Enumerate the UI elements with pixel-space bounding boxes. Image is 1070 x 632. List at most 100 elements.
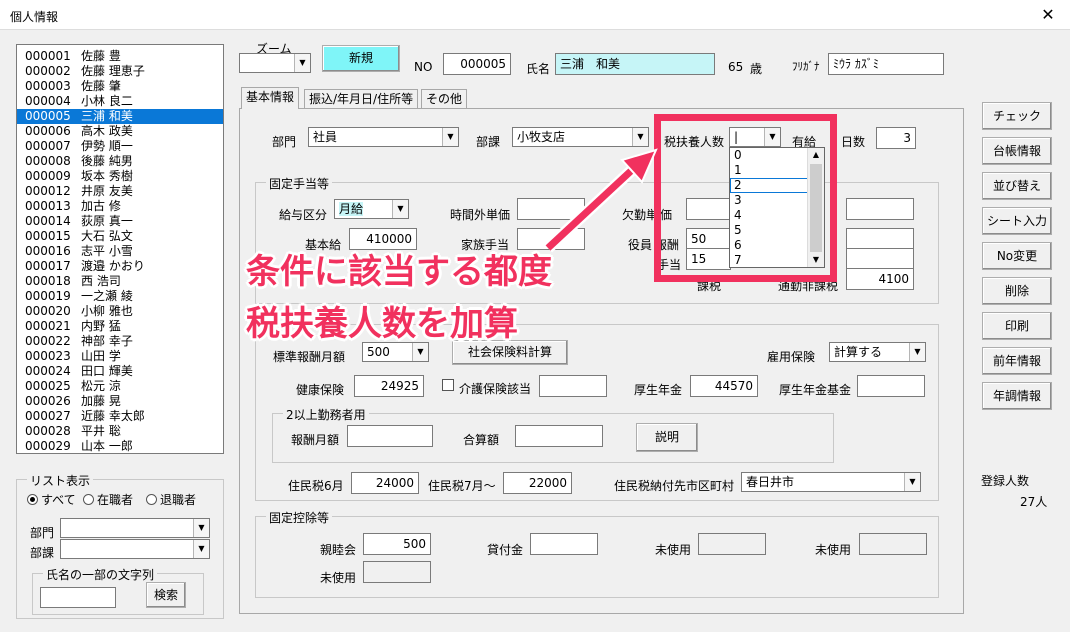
employee-name: 坂本 秀樹	[81, 169, 133, 183]
employee-list-item[interactable]: 000014 荻原 真一	[17, 214, 223, 229]
social-club-field[interactable]: 500	[363, 533, 431, 555]
employee-list-item[interactable]: 000003 佐藤 肇	[17, 79, 223, 94]
employee-list-item[interactable]: 000024 田口 輝美	[17, 364, 223, 379]
employment-insurance-combo[interactable]: 計算する ▼	[829, 342, 926, 362]
unused-1-label: 未使用	[655, 543, 692, 557]
pension-fund-label: 厚生年金基金	[779, 383, 852, 397]
age-unit: 歳	[750, 62, 763, 76]
print-button[interactable]: 印刷	[982, 312, 1052, 340]
filter-dept-combo[interactable]: ▼	[60, 518, 210, 538]
zoom-combo[interactable]: ▼	[239, 53, 311, 73]
resident-tax-city-combo[interactable]: 春日井市 ▼	[741, 472, 921, 492]
paid-leave-field[interactable]: 3	[876, 127, 916, 149]
dept-label: 部門	[272, 135, 297, 149]
radio-all-indicator[interactable]	[27, 494, 38, 505]
employee-list-item[interactable]: 000016 志平 小雪	[17, 244, 223, 259]
employee-list-item[interactable]: 000020 小柳 雅也	[17, 304, 223, 319]
employee-list-item[interactable]: 000008 後藤 純男	[17, 154, 223, 169]
care-insurance-field[interactable]	[539, 375, 607, 397]
tab-other[interactable]: その他	[421, 89, 468, 109]
employee-list-item[interactable]: 000028 平井 聡	[17, 424, 223, 439]
year-adjust-button[interactable]: 年調情報	[982, 382, 1052, 410]
unused-2-field[interactable]	[859, 533, 927, 555]
employee-list-item[interactable]: 000018 西 浩司	[17, 274, 223, 289]
employee-list-item[interactable]: 000015 大石 弘文	[17, 229, 223, 244]
employee-list-item[interactable]: 000022 神部 幸子	[17, 334, 223, 349]
chevron-down-icon[interactable]: ▼	[909, 343, 925, 361]
check-button[interactable]: チェック	[982, 102, 1052, 130]
prev-year-button[interactable]: 前年情報	[982, 347, 1052, 375]
employee-name: 佐藤 理恵子	[81, 64, 145, 78]
kana-field[interactable]: ﾐｳﾗ ｶｽﾞﾐ	[828, 53, 944, 75]
chevron-down-icon[interactable]: ▼	[392, 200, 408, 218]
employee-list-item[interactable]: 000013 加古 修	[17, 199, 223, 214]
resident-tax-july-label: 住民税7月～	[428, 479, 496, 493]
new-button[interactable]: 新規	[322, 45, 400, 72]
ledger-button[interactable]: 台帳情報	[982, 137, 1052, 165]
search-button[interactable]: 検索	[146, 582, 186, 608]
employee-list-item[interactable]: 000019 一之瀬 綾	[17, 289, 223, 304]
unused-3-field[interactable]	[363, 561, 431, 583]
employee-list-item[interactable]: 000005 三浦 和美	[17, 109, 223, 124]
nontaxable-commute-field[interactable]: 4100	[846, 268, 914, 290]
no-label: NO	[414, 60, 433, 74]
radio-retired-indicator[interactable]	[146, 494, 157, 505]
registered-count-value: 27人	[1020, 495, 1048, 509]
late-field[interactable]	[846, 198, 914, 220]
loan-field[interactable]	[530, 533, 598, 555]
chevron-down-icon[interactable]: ▼	[193, 540, 209, 558]
delete-button[interactable]: 削除	[982, 277, 1052, 305]
employee-list[interactable]: 000001 佐藤 豊 000002 佐藤 理恵子 000003 佐藤 肇 000004 小林…	[16, 44, 224, 454]
employee-list-item[interactable]: 000004 小林 良二	[17, 94, 223, 109]
tab-transfer-address[interactable]: 振込/年月日/住所等	[304, 89, 419, 109]
health-insurance-field[interactable]: 24925	[354, 375, 424, 397]
radio-retired[interactable]: 退職者	[146, 491, 196, 508]
employee-list-item[interactable]: 000007 伊勢 順一	[17, 139, 223, 154]
resident-tax-july-field[interactable]: 22000	[503, 472, 572, 494]
total-amount-field[interactable]	[515, 425, 603, 447]
employee-list-item[interactable]: 000023 山田 学	[17, 349, 223, 364]
no-change-button[interactable]: No変更	[982, 242, 1052, 270]
pay-type-combo[interactable]: 月給 ▼	[334, 199, 409, 219]
radio-active[interactable]: 在職者	[83, 491, 133, 508]
base-salary-field[interactable]: 410000	[349, 228, 417, 250]
pension-field[interactable]: 44570	[690, 375, 758, 397]
employee-list-item[interactable]: 000002 佐藤 理恵子	[17, 64, 223, 79]
radio-all[interactable]: すべて	[27, 491, 76, 508]
no-field[interactable]: 000005	[443, 53, 511, 75]
sheet-input-button[interactable]: シート入力	[982, 207, 1052, 235]
filter-section-combo[interactable]: ▼	[60, 539, 210, 559]
chevron-down-icon[interactable]: ▼	[442, 128, 458, 146]
chevron-down-icon[interactable]: ▼	[904, 473, 920, 491]
chevron-down-icon[interactable]: ▼	[294, 54, 310, 72]
employee-list-item[interactable]: 000025 松元 涼	[17, 379, 223, 394]
employee-list-item[interactable]: 000026 加藤 晃	[17, 394, 223, 409]
employee-list-item[interactable]: 000012 井原 友美	[17, 184, 223, 199]
care-insurance-checkbox[interactable]	[442, 379, 454, 391]
explain-button[interactable]: 説明	[636, 423, 698, 452]
resident-tax-june-field[interactable]: 24000	[351, 472, 419, 494]
unused-1-field[interactable]	[698, 533, 766, 555]
name-field[interactable]: 三浦 和美	[555, 53, 715, 75]
employee-list-item[interactable]: 000021 内野 猛	[17, 319, 223, 334]
close-icon[interactable]: ✕	[1038, 5, 1058, 24]
employee-no: 000020	[25, 304, 71, 318]
sort-button[interactable]: 並び替え	[982, 172, 1052, 200]
employee-list-item[interactable]: 000017 渡邉 かおり	[17, 259, 223, 274]
pension-fund-field[interactable]	[857, 375, 925, 397]
employee-list-item[interactable]: 000006 高木 政美	[17, 124, 223, 139]
employee-list-item[interactable]: 000001 佐藤 豊	[17, 49, 223, 64]
tab-basic-info[interactable]: 基本情報	[241, 87, 300, 109]
dept-combo[interactable]: 社員 ▼	[308, 127, 459, 147]
remuneration-field[interactable]	[347, 425, 433, 447]
name-search-input[interactable]	[40, 587, 116, 608]
radio-active-indicator[interactable]	[83, 494, 94, 505]
unused-3-label: 未使用	[320, 571, 357, 585]
employee-list-item[interactable]: 000009 坂本 秀樹	[17, 169, 223, 184]
chevron-down-icon[interactable]: ▼	[193, 519, 209, 537]
employee-list-item[interactable]: 000027 近藤 幸太郎	[17, 409, 223, 424]
allowance-c-field[interactable]	[846, 248, 914, 270]
employment-insurance-label: 雇用保険	[767, 350, 816, 364]
employee-list-item[interactable]: 000029 山本 一郎	[17, 439, 223, 453]
allowance-a-field[interactable]	[846, 228, 914, 250]
